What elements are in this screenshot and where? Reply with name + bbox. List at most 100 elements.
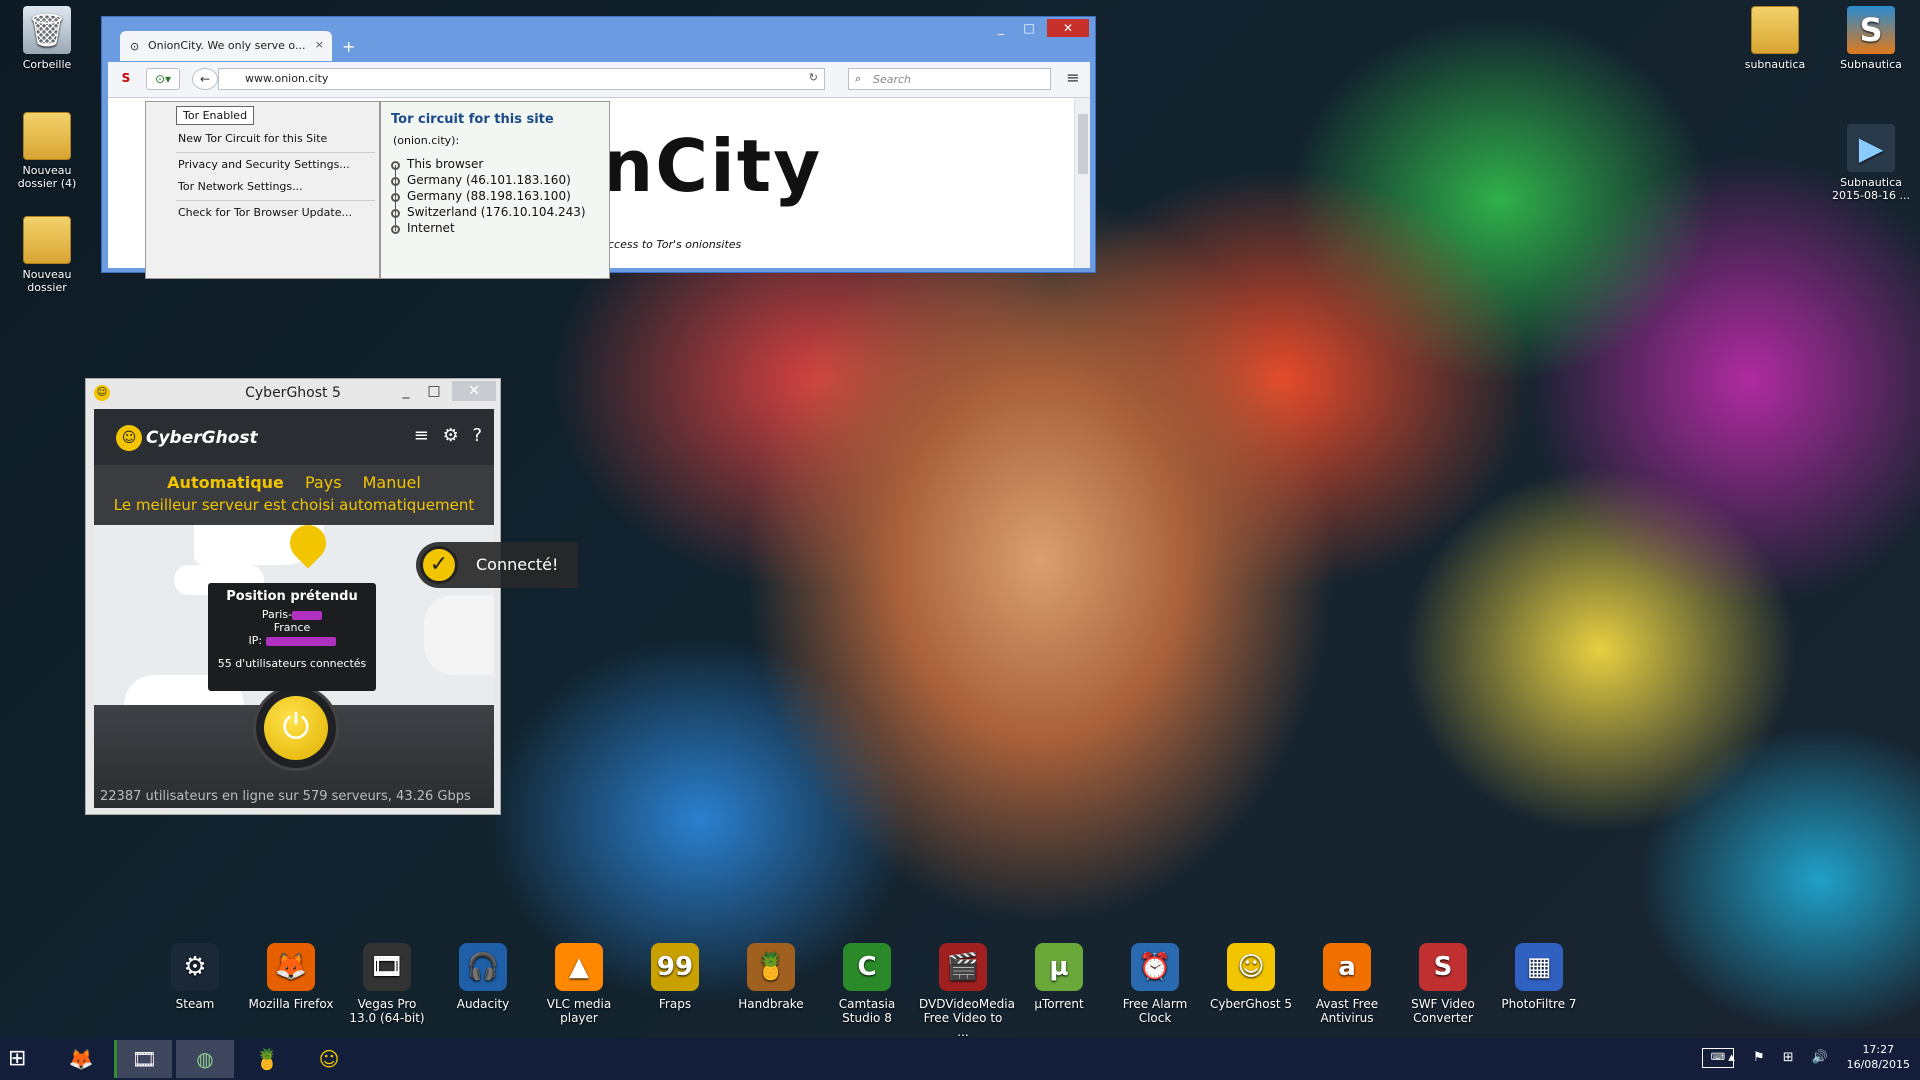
search-input[interactable]: ⌕ Search bbox=[848, 68, 1051, 90]
tab-pays[interactable]: Pays bbox=[305, 473, 342, 492]
folder-icon bbox=[23, 112, 71, 160]
desktop-shortcut[interactable]: C Camtasia Studio 8 bbox=[823, 943, 911, 1025]
menu-icon[interactable]: ≡ bbox=[414, 425, 429, 446]
taskbar-vegas-icon[interactable]: 🎞 bbox=[114, 1040, 172, 1078]
desktop-icon-folder-4[interactable]: Nouveau dossier (4) bbox=[2, 112, 92, 190]
menu-icon[interactable]: ≡ bbox=[1060, 68, 1086, 90]
ghost-icon: ☺ bbox=[116, 425, 142, 451]
reload-icon[interactable]: ↻ bbox=[809, 71, 818, 84]
tor-circuit-panel: Tor circuit for this site (onion.city): … bbox=[380, 101, 610, 279]
shortcut-label: DVDVideoMedia Free Video to ... bbox=[919, 997, 1015, 1039]
desktop-shortcut[interactable]: ▲ VLC media player bbox=[535, 943, 623, 1025]
minimize-button[interactable]: _ bbox=[392, 381, 420, 401]
desktop-icon-subnautica-video[interactable]: ▶ Subnautica 2015-08-16 ... bbox=[1826, 124, 1916, 202]
desktop-shortcut[interactable]: ⚙ Steam bbox=[151, 943, 239, 1011]
clock[interactable]: 17:27 16/08/2015 bbox=[1847, 1042, 1910, 1072]
help-icon[interactable]: ? bbox=[472, 425, 482, 446]
popup-users: 55 d'utilisateurs connectés bbox=[217, 657, 367, 670]
shortcut-icon: ☺ bbox=[1227, 943, 1275, 991]
desktop-icon-subnautica-folder[interactable]: subnautica bbox=[1730, 6, 1820, 71]
shortcut-label: Camtasia Studio 8 bbox=[838, 997, 896, 1025]
folder-icon bbox=[1751, 6, 1799, 54]
shortcut-icon: 🦊 bbox=[267, 943, 315, 991]
taskbar: ⊞ 🦊 🎞 ◍ 🍍 ☺ ⌨ ▴ ⚑ ⊞ 🔊 17:27 16/08/2015 bbox=[0, 1038, 1920, 1080]
volume-icon[interactable]: 🔊 bbox=[1812, 1050, 1828, 1065]
desktop-shortcut[interactable]: 99 Fraps bbox=[631, 943, 719, 1011]
desktop-shortcut[interactable]: µ µTorrent bbox=[1015, 943, 1103, 1011]
taskbar-tor-globe-icon[interactable]: ◍ bbox=[176, 1040, 234, 1078]
desktop-icon-subnautica[interactable]: S Subnautica bbox=[1826, 6, 1916, 71]
noscript-icon[interactable]: S bbox=[114, 68, 138, 90]
cyberghost-panel: ☺ CyberGhost ≡ ⚙ ? Automatique Pays Manue… bbox=[94, 409, 494, 808]
url-text: www.onion.city bbox=[245, 72, 329, 85]
network-icon[interactable]: ⊞ bbox=[1783, 1050, 1794, 1065]
menu-item-network-settings[interactable]: Tor Network Settings... bbox=[178, 180, 303, 193]
desktop-shortcut[interactable]: ▦ PhotoFiltre 7 bbox=[1495, 943, 1583, 1011]
shortcut-icon: 🎧 bbox=[459, 943, 507, 991]
close-button[interactable]: ✕ bbox=[452, 381, 496, 401]
desktop-shortcut[interactable]: 🎧 Audacity bbox=[439, 943, 527, 1011]
menu-item-privacy-settings[interactable]: Privacy and Security Settings... bbox=[178, 158, 350, 171]
desktop-icon-folder[interactable]: Nouveau dossier bbox=[2, 216, 92, 294]
url-bar[interactable]: www.onion.city ↻ bbox=[218, 68, 825, 90]
shortcut-icon: C bbox=[843, 943, 891, 991]
tray-expand-icon[interactable]: ▴ bbox=[1728, 1050, 1735, 1065]
shortcut-label: PhotoFiltre 7 bbox=[1501, 997, 1577, 1011]
cg-header: ☺ CyberGhost ≡ ⚙ ? bbox=[94, 409, 494, 465]
close-button[interactable]: ✕ bbox=[1047, 19, 1089, 37]
circuit-site: (onion.city): bbox=[393, 134, 460, 147]
gear-icon[interactable]: ⚙ bbox=[443, 425, 459, 446]
windows-start-icon[interactable]: ⊞ bbox=[8, 1046, 38, 1072]
taskbar-handbrake-icon[interactable]: 🍍 bbox=[238, 1040, 296, 1078]
minimize-button[interactable]: _ bbox=[987, 19, 1015, 37]
shortcut-icon: a bbox=[1323, 943, 1371, 991]
desktop-shortcut[interactable]: ☺ CyberGhost 5 bbox=[1207, 943, 1295, 1011]
flag-icon[interactable]: ⚑ bbox=[1753, 1050, 1765, 1065]
desktop-shortcut[interactable]: 🎞 Vegas Pro 13.0 (64-bit) bbox=[343, 943, 431, 1025]
shortcut-icon: 🍍 bbox=[747, 943, 795, 991]
cyberghost-window: ☺ CyberGhost 5 _ □ ✕ ☺ CyberGhost ≡ ⚙ ? A… bbox=[85, 378, 578, 815]
browser-tab[interactable]: ⊙ OnionCity. We only serve o... × bbox=[120, 31, 332, 61]
shortcut-label: µTorrent bbox=[1034, 997, 1084, 1011]
shortcut-icon: ▦ bbox=[1515, 943, 1563, 991]
desktop-shortcut[interactable]: a Avast Free Antivirus bbox=[1303, 943, 1391, 1025]
tab-manuel[interactable]: Manuel bbox=[363, 473, 421, 492]
desktop-icon-recycle-bin[interactable]: 🗑 Corbeille bbox=[2, 6, 92, 71]
scrollbar[interactable] bbox=[1074, 98, 1090, 268]
desktop-shortcut[interactable]: 🎬 DVDVideoMedia Free Video to ... bbox=[919, 943, 1015, 1039]
shortcut-label: CyberGhost 5 bbox=[1209, 997, 1293, 1011]
desktop-icon-label: Subnautica bbox=[1840, 58, 1902, 71]
desktop-shortcut[interactable]: 🍍 Handbrake bbox=[727, 943, 815, 1011]
page-tagline: ccess to Tor's onionsites bbox=[608, 238, 742, 251]
circuit-hop: This browser bbox=[407, 157, 484, 171]
taskbar-cyberghost-icon[interactable]: ☺ bbox=[300, 1040, 358, 1078]
shortcut-label: Mozilla Firefox bbox=[248, 997, 334, 1011]
popup-title: Position prétendu bbox=[226, 589, 358, 604]
desktop-shortcut[interactable]: S SWF Video Converter bbox=[1399, 943, 1487, 1025]
menu-item-check-update[interactable]: Check for Tor Browser Update... bbox=[178, 206, 352, 219]
tab-close-icon[interactable]: × bbox=[315, 38, 324, 51]
recycle-bin-icon: 🗑 bbox=[23, 6, 71, 54]
back-button[interactable]: ← bbox=[192, 68, 218, 90]
tab-automatique[interactable]: Automatique bbox=[167, 473, 284, 492]
new-tab-button[interactable]: + bbox=[342, 37, 355, 56]
maximize-button[interactable]: □ bbox=[420, 381, 448, 401]
power-button[interactable]: ⏻ bbox=[253, 685, 339, 771]
menu-item-tor-enabled[interactable]: Tor Enabled bbox=[176, 106, 255, 125]
redaction bbox=[292, 610, 323, 620]
shortcut-label: Audacity bbox=[456, 997, 510, 1011]
maximize-button[interactable]: □ bbox=[1015, 19, 1043, 37]
clock-date: 16/08/2015 bbox=[1846, 1058, 1910, 1071]
video-file-icon: ▶ bbox=[1847, 124, 1895, 172]
desktop-shortcut[interactable]: ⏰ Free Alarm Clock bbox=[1111, 943, 1199, 1025]
menu-item-new-circuit[interactable]: New Tor Circuit for this Site bbox=[178, 132, 327, 145]
circuit-hop: Germany (88.198.163.100) bbox=[407, 189, 571, 203]
taskbar-firefox-icon[interactable]: 🦊 bbox=[52, 1040, 110, 1078]
shortcut-icon: S bbox=[1419, 943, 1467, 991]
desktop-shortcut[interactable]: 🦊 Mozilla Firefox bbox=[247, 943, 335, 1011]
shortcut-label: Handbrake bbox=[738, 997, 804, 1011]
popup-country: France bbox=[273, 621, 311, 634]
tor-onion-button[interactable]: ⊙▾ bbox=[146, 68, 180, 90]
power-icon: ⏻ bbox=[264, 696, 328, 760]
title-bar: ☺ CyberGhost 5 _ □ ✕ bbox=[86, 379, 500, 409]
